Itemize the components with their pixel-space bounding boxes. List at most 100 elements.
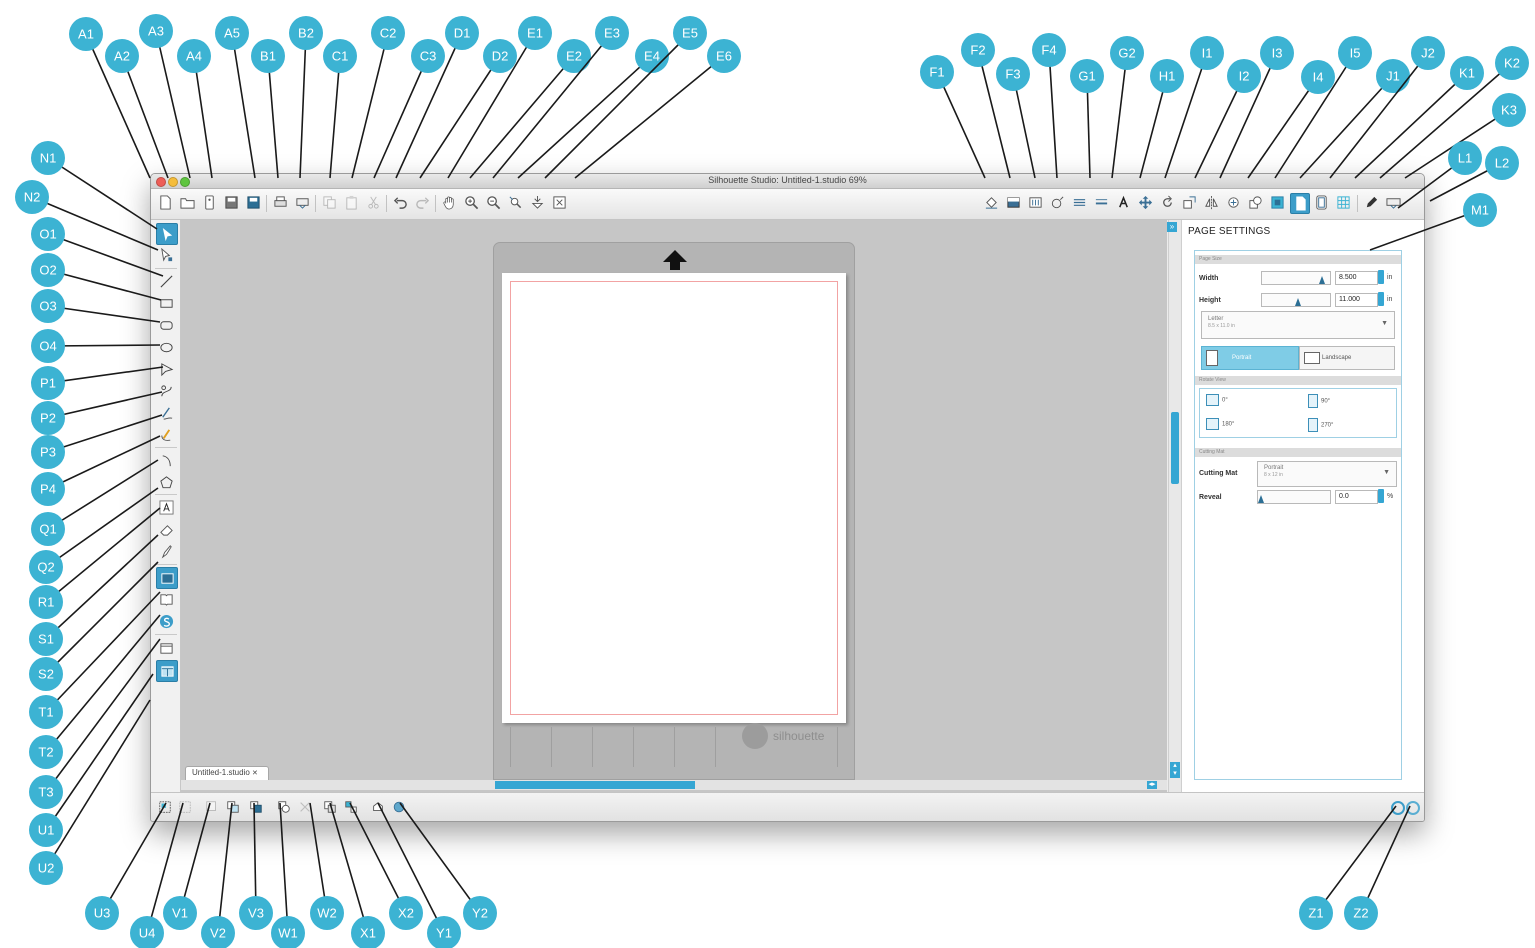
callout-label: M1 (1471, 203, 1489, 218)
callout-label: E3 (604, 26, 620, 41)
callout-leader-line (351, 32, 389, 179)
callout-leader-line (45, 614, 161, 753)
callout-leader-line (399, 802, 481, 914)
callout-label: D1 (454, 26, 471, 41)
callout-label: A5 (224, 26, 240, 41)
callout-label: D2 (492, 49, 509, 64)
callout-leader-line (45, 591, 161, 713)
callout-leader-line (1048, 49, 1058, 179)
callout-label: T2 (38, 745, 53, 760)
callout-label: E1 (527, 26, 543, 41)
callout-label: A2 (114, 49, 130, 64)
callout-leader-line (517, 55, 653, 179)
callout-leader-line (45, 561, 159, 675)
callout-label: A1 (78, 27, 94, 42)
callout-label: F2 (970, 43, 985, 58)
callout-leader-line (45, 638, 161, 793)
callout-leader-line (419, 55, 501, 179)
callout-leader-line (329, 55, 341, 179)
callout-leader-line (45, 699, 151, 869)
callout-label: H1 (1159, 69, 1176, 84)
callout-label: Y1 (436, 926, 452, 941)
callout-label: E2 (566, 49, 582, 64)
callout-layer: A1 A2 A3 A4 A5 B1 B2 C1 C2 C3 D1 D2 E1 E2 E3 E4 E5 E6 F1 F2… (15, 14, 1529, 948)
callout-label: G2 (1118, 46, 1135, 61)
callout-label: V3 (248, 906, 264, 921)
callout-label: P1 (40, 376, 56, 391)
callout-label: K2 (1504, 56, 1520, 71)
callout-leader-line (299, 32, 307, 179)
callout-label: O4 (39, 339, 56, 354)
callout-leader-line (279, 802, 289, 934)
callout-label: X1 (360, 926, 376, 941)
callout-leader-line (1360, 805, 1411, 914)
callout-label: B1 (260, 49, 276, 64)
callout-label: K1 (1459, 66, 1475, 81)
callout-leader-line (121, 55, 169, 179)
callout-label: A3 (148, 24, 164, 39)
callout-label: I4 (1313, 70, 1324, 85)
callout-label: P2 (40, 411, 56, 426)
callout-label: O3 (39, 299, 56, 314)
callout-label: Z2 (1353, 906, 1368, 921)
callout-leader-line (47, 269, 162, 301)
callout-label: K3 (1501, 103, 1517, 118)
callout-leader-line (45, 534, 159, 640)
callout-label: O1 (39, 227, 56, 242)
callout-leader-line (217, 802, 233, 934)
callout-label: I2 (1239, 69, 1250, 84)
callout-leader-line (469, 55, 575, 179)
callout-label: P3 (40, 445, 56, 460)
callout-label: E4 (644, 49, 660, 64)
callout-label: F4 (1041, 43, 1056, 58)
callout-label: I3 (1272, 46, 1283, 61)
callout-leader-line (47, 435, 161, 490)
callout-label: E6 (716, 49, 732, 64)
callout-label: Z1 (1308, 906, 1323, 921)
callout-label: W1 (278, 926, 298, 941)
callout-label: T3 (38, 785, 53, 800)
callout-label: E5 (682, 26, 698, 41)
callout-label: W2 (317, 906, 337, 921)
callout-leader-line (47, 366, 164, 384)
callout-label: N1 (40, 151, 57, 166)
callout-leader-line (349, 802, 407, 914)
callout-label: L1 (1458, 151, 1472, 166)
callout-leader-line (193, 55, 213, 179)
callout-leader-line (47, 233, 164, 277)
callout-leader-line (1369, 209, 1481, 251)
callout-label: J2 (1421, 46, 1435, 61)
callout-leader-line (373, 55, 429, 179)
callout-label: J1 (1386, 69, 1400, 84)
callout-label: I5 (1350, 46, 1361, 61)
callout-label: T1 (38, 705, 53, 720)
callout-leader-line (47, 157, 158, 230)
callout-label: F1 (929, 65, 944, 80)
callout-label: S1 (38, 632, 54, 647)
callout-label: R1 (38, 595, 55, 610)
callout-leader-line (47, 459, 159, 530)
callout-label: I1 (1202, 46, 1213, 61)
callout-leader-line (47, 414, 163, 453)
callout-label: Q1 (39, 522, 56, 537)
callout-label: O2 (39, 263, 56, 278)
callout-label: G1 (1078, 69, 1095, 84)
callout-label: V1 (172, 906, 188, 921)
callout-leader-line (47, 391, 163, 419)
callout-label: C1 (332, 49, 349, 64)
callout-label: C3 (420, 49, 437, 64)
callout-label: X2 (398, 906, 414, 921)
callout-label: F3 (1005, 67, 1020, 82)
callout-leader-line (267, 55, 279, 179)
callout-label: L2 (1495, 156, 1509, 171)
callout-label: B2 (298, 26, 314, 41)
callout-leader-line (1111, 52, 1128, 179)
callout-label: U2 (38, 861, 55, 876)
callout-label: S2 (38, 667, 54, 682)
callout-label: Y2 (472, 906, 488, 921)
callout-label: P4 (40, 482, 56, 497)
callout-label: U4 (139, 926, 156, 941)
callout-leader-line (936, 71, 986, 179)
callout-label: A4 (186, 49, 202, 64)
callout-leader-line (179, 802, 211, 914)
